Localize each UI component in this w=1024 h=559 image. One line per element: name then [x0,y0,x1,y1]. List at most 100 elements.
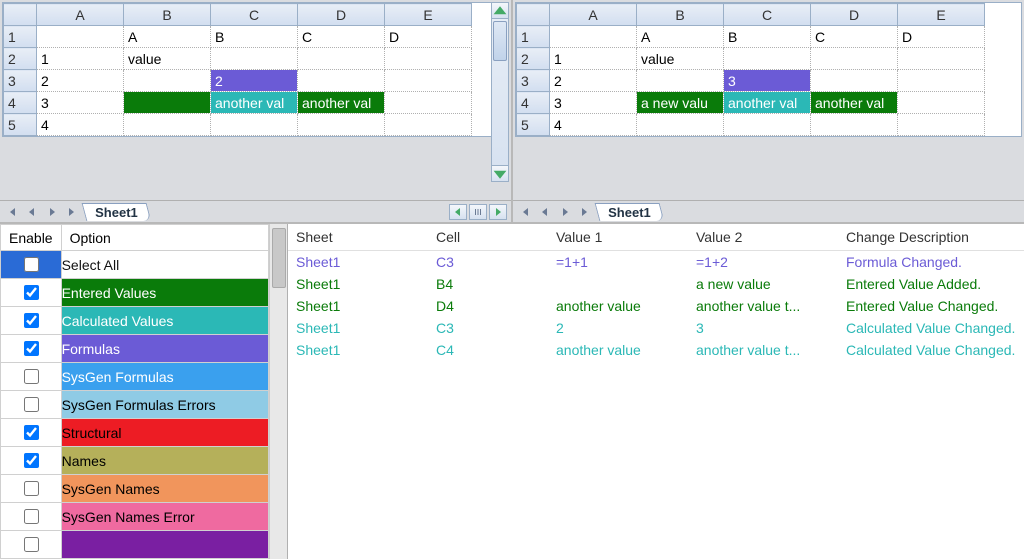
hscroll-left-icon[interactable] [449,204,467,220]
row-header-1[interactable]: 1 [517,26,550,48]
cell-A5[interactable]: 4 [37,114,124,136]
last-sheet-icon[interactable] [64,204,80,220]
scroll-up-icon[interactable] [492,3,508,19]
change-row-2[interactable]: Sheet1D4another valueanother value t...E… [288,295,1024,317]
option-checkbox-struct[interactable] [24,425,39,440]
option-checkbox-sysgenfe[interactable] [24,397,39,412]
prev-sheet-icon[interactable] [24,204,40,220]
cell-B5[interactable] [124,114,211,136]
option-label-hidden-last[interactable] [61,531,268,559]
cell-C1[interactable]: B [211,26,298,48]
column-header-D[interactable]: D [298,4,385,26]
cell-D1[interactable]: C [298,26,385,48]
cell-B2[interactable]: value [124,48,211,70]
option-checkbox-sysgenne[interactable] [24,509,39,524]
cell-B1[interactable]: A [124,26,211,48]
option-label-formulas[interactable]: Formulas [61,335,268,363]
left-sheet-tab[interactable]: Sheet1 [82,203,151,221]
right-grid[interactable]: ABCDE1ABCD21value32343a new valuanother … [516,3,985,136]
row-header-2[interactable]: 2 [4,48,37,70]
column-header-A[interactable]: A [550,4,637,26]
option-label-names[interactable]: Names [61,447,268,475]
prev-sheet-icon[interactable] [537,204,553,220]
hscroll-grip-icon[interactable] [469,204,487,220]
row-header-3[interactable]: 3 [4,70,37,92]
option-label-select-all[interactable]: Select All [61,251,268,279]
cell-C2[interactable] [724,48,811,70]
cell-B4[interactable]: a new valu [637,92,724,114]
cell-C3[interactable]: 3 [724,70,811,92]
first-sheet-icon[interactable] [517,204,533,220]
option-label-sysgenn[interactable]: SysGen Names [61,475,268,503]
cell-A4[interactable]: 3 [37,92,124,114]
first-sheet-icon[interactable] [4,204,20,220]
cell-E3[interactable] [385,70,472,92]
cell-A4[interactable]: 3 [550,92,637,114]
option-checkbox-entered[interactable] [24,285,39,300]
option-checkbox-names[interactable] [24,453,39,468]
cell-D3[interactable] [298,70,385,92]
options-scrollbar[interactable] [269,224,287,559]
cell-A3[interactable]: 2 [37,70,124,92]
cell-C3[interactable]: 2 [211,70,298,92]
cell-E4[interactable] [385,92,472,114]
cell-E5[interactable] [385,114,472,136]
row-header-4[interactable]: 4 [4,92,37,114]
option-checkbox-sysgenf[interactable] [24,369,39,384]
cell-E3[interactable] [898,70,985,92]
right-sheet-tab[interactable]: Sheet1 [595,203,664,221]
cell-C4[interactable]: another val [724,92,811,114]
cell-D4[interactable]: another val [298,92,385,114]
option-label-sysgenf[interactable]: SysGen Formulas [61,363,268,391]
cell-E5[interactable] [898,114,985,136]
change-row-3[interactable]: Sheet1C323Calculated Value Changed. [288,317,1024,339]
cell-B3[interactable] [124,70,211,92]
last-sheet-icon[interactable] [577,204,593,220]
column-header-B[interactable]: B [124,4,211,26]
cell-E1[interactable]: D [898,26,985,48]
cell-D5[interactable] [811,114,898,136]
option-checkbox-select-all[interactable] [24,257,39,272]
change-row-0[interactable]: Sheet1C3=1+1=1+2Formula Changed. [288,250,1024,273]
cell-D5[interactable] [298,114,385,136]
column-header-E[interactable]: E [385,4,472,26]
cell-D2[interactable] [811,48,898,70]
row-header-4[interactable]: 4 [517,92,550,114]
cell-A1[interactable] [550,26,637,48]
row-header-1[interactable]: 1 [4,26,37,48]
cell-B3[interactable] [637,70,724,92]
row-header-5[interactable]: 5 [517,114,550,136]
cell-C5[interactable] [211,114,298,136]
cell-E1[interactable]: D [385,26,472,48]
column-header-B[interactable]: B [637,4,724,26]
cell-C1[interactable]: B [724,26,811,48]
cell-C2[interactable] [211,48,298,70]
options-scroll-thumb[interactable] [272,228,286,288]
option-checkbox-hidden-last[interactable] [24,537,39,552]
scroll-down-icon[interactable] [492,165,508,181]
cell-C5[interactable] [724,114,811,136]
option-label-sysgenfe[interactable]: SysGen Formulas Errors [61,391,268,419]
cell-A2[interactable]: 1 [550,48,637,70]
cell-D3[interactable] [811,70,898,92]
cell-B5[interactable] [637,114,724,136]
cell-D2[interactable] [298,48,385,70]
option-checkbox-formulas[interactable] [24,341,39,356]
scroll-thumb[interactable] [493,21,507,61]
next-sheet-icon[interactable] [44,204,60,220]
grid-corner[interactable] [4,4,37,26]
option-checkbox-calc[interactable] [24,313,39,328]
cell-D1[interactable]: C [811,26,898,48]
next-sheet-icon[interactable] [557,204,573,220]
change-row-4[interactable]: Sheet1C4another valueanother value t...C… [288,339,1024,361]
column-header-D[interactable]: D [811,4,898,26]
row-header-5[interactable]: 5 [4,114,37,136]
cell-E4[interactable] [898,92,985,114]
grid-corner[interactable] [517,4,550,26]
row-header-2[interactable]: 2 [517,48,550,70]
cell-A2[interactable]: 1 [37,48,124,70]
cell-B2[interactable]: value [637,48,724,70]
cell-C4[interactable]: another val [211,92,298,114]
row-header-3[interactable]: 3 [517,70,550,92]
column-header-E[interactable]: E [898,4,985,26]
